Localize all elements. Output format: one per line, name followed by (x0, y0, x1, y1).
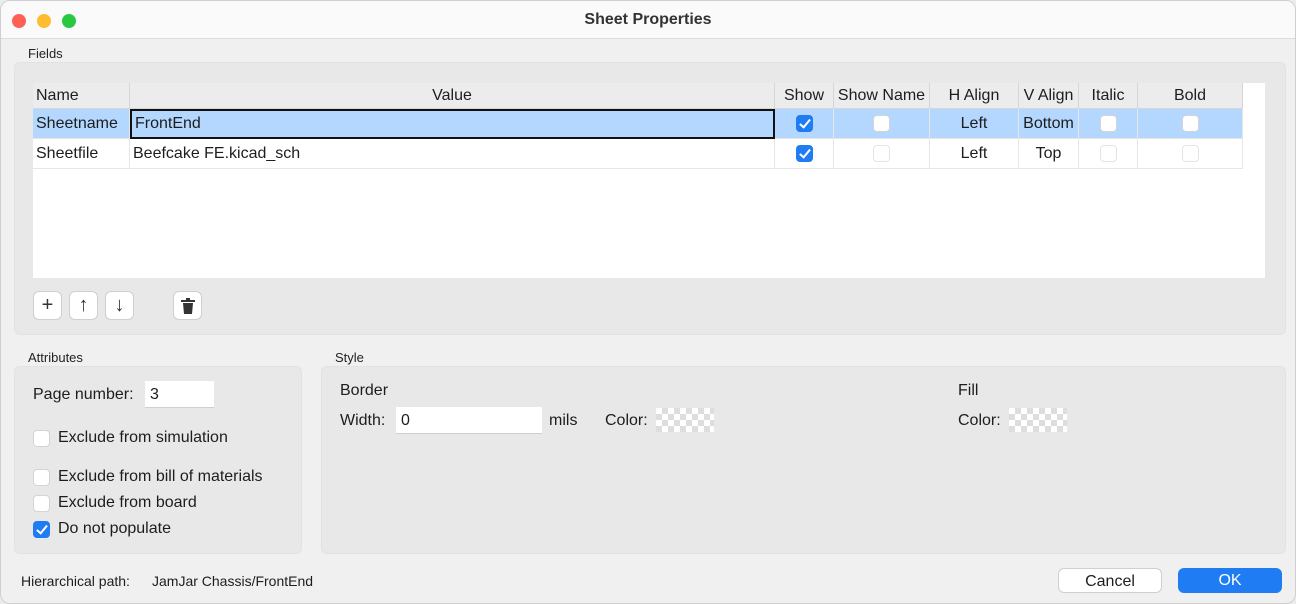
cell-bold[interactable] (1138, 109, 1243, 139)
column-header-value[interactable]: Value (130, 83, 775, 109)
style-panel (321, 366, 1286, 554)
delete-field-button[interactable] (173, 291, 202, 320)
column-header-name[interactable]: Name (33, 83, 130, 109)
cell-h-align[interactable]: Left (930, 139, 1019, 169)
border-width-input[interactable]: 0 (396, 407, 542, 434)
move-down-button[interactable]: ↓ (105, 291, 134, 320)
fill-color-swatch[interactable] (1009, 408, 1067, 432)
checkbox-label: Do not populate (58, 520, 171, 537)
checkbox[interactable] (33, 520, 50, 538)
cell-italic[interactable] (1079, 139, 1138, 169)
italic-checkbox[interactable] (1099, 145, 1117, 163)
fill-label: Fill (958, 382, 979, 399)
units-label: mils (549, 412, 578, 429)
page-number-input[interactable]: 3 (145, 381, 214, 408)
exclude-simulation-checkbox[interactable]: Exclude from simulation (33, 429, 228, 447)
checkbox-label: Exclude from board (58, 494, 197, 511)
do-not-populate-checkbox[interactable]: Do not populate (33, 520, 171, 538)
cell-show-name[interactable] (834, 109, 930, 139)
exclude-board-checkbox[interactable]: Exclude from board (33, 494, 197, 512)
cell-name[interactable]: Sheetname (33, 109, 130, 139)
column-header-show-name[interactable]: Show Name (834, 83, 930, 109)
fill-color-label: Color: (958, 412, 1001, 429)
show-name-checkbox[interactable] (873, 145, 890, 163)
show-checkbox[interactable] (795, 115, 813, 133)
checkbox[interactable] (33, 429, 50, 447)
hierarchical-path-label: Hierarchical path: (21, 573, 130, 589)
cell-name[interactable]: Sheetfile (33, 139, 130, 169)
arrow-down-icon: ↓ (114, 294, 125, 316)
cancel-button[interactable]: Cancel (1058, 568, 1162, 593)
column-header-bold[interactable]: Bold (1138, 83, 1243, 109)
checkbox-label: Exclude from bill of materials (58, 468, 263, 485)
style-group-label: Style (335, 350, 364, 365)
cell-show[interactable] (775, 109, 834, 139)
column-header-v-align[interactable]: V Align (1019, 83, 1079, 109)
plus-icon: + (41, 294, 54, 316)
checkbox-label: Exclude from simulation (58, 429, 228, 446)
cell-show-name[interactable] (834, 139, 930, 169)
border-color-label: Color: (605, 412, 648, 429)
title-bar: Sheet Properties (1, 1, 1295, 39)
exclude-bom-checkbox[interactable]: Exclude from bill of materials (33, 468, 263, 486)
move-up-button[interactable]: ↑ (69, 291, 98, 320)
show-checkbox[interactable] (795, 145, 813, 163)
cell-show[interactable] (775, 139, 834, 169)
cell-h-align[interactable]: Left (930, 109, 1019, 139)
trash-icon (180, 298, 195, 314)
show-name-checkbox[interactable] (873, 115, 890, 133)
fields-group-label: Fields (28, 46, 63, 61)
ok-button[interactable]: OK (1178, 568, 1282, 593)
arrow-up-icon: ↑ (78, 294, 89, 316)
page-number-label: Page number: (33, 386, 134, 403)
checkbox[interactable] (33, 494, 50, 512)
add-field-button[interactable]: + (33, 291, 62, 320)
cell-value[interactable]: Beefcake FE.kicad_sch (130, 139, 775, 169)
border-label: Border (340, 382, 389, 399)
cell-v-align[interactable]: Top (1019, 139, 1079, 169)
hierarchical-path-value: JamJar Chassis/FrontEnd (152, 573, 314, 589)
column-header-italic[interactable]: Italic (1079, 83, 1138, 109)
checkbox[interactable] (33, 468, 50, 486)
column-header-h-align[interactable]: H Align (930, 83, 1019, 109)
cell-value[interactable]: FrontEnd (130, 109, 775, 139)
column-header-show[interactable]: Show (775, 83, 834, 109)
window-title: Sheet Properties (584, 11, 712, 28)
bold-checkbox[interactable] (1181, 145, 1199, 163)
fields-table: Name Value Show Show Name H Align V Align Ital… (33, 83, 1265, 278)
border-color-swatch[interactable] (656, 408, 714, 432)
cell-v-align[interactable]: Bottom (1019, 109, 1079, 139)
italic-checkbox[interactable] (1099, 115, 1117, 133)
sheet-properties-dialog: Sheet Properties Fields Name Value Show Sho… (0, 0, 1296, 604)
cell-bold[interactable] (1138, 139, 1243, 169)
attributes-group-label: Attributes (28, 350, 83, 365)
width-label: Width: (340, 412, 386, 429)
bold-checkbox[interactable] (1181, 115, 1199, 133)
cell-italic[interactable] (1079, 109, 1138, 139)
